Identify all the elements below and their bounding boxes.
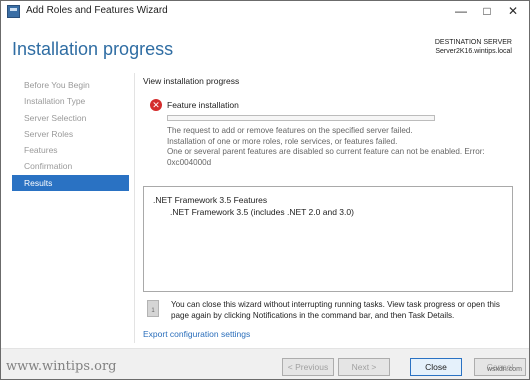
maximize-button[interactable]: □	[474, 1, 500, 21]
wizard-window: Add Roles and Features Wizard — □ ✕ Inst…	[0, 0, 530, 380]
title-bar: Add Roles and Features Wizard — □ ✕	[1, 1, 529, 23]
error-line: Installation of one or more roles, role …	[167, 136, 398, 146]
nav-item-results[interactable]: Results	[12, 174, 129, 191]
info-note: You can close this wizard without interr…	[171, 299, 500, 321]
info-note-line: You can close this wizard without interr…	[171, 300, 500, 309]
wizard-header: Installation progress DESTINATION SERVER…	[1, 23, 529, 71]
server-manager-icon	[7, 5, 20, 18]
nav-item-installation-type: Installation Type	[24, 96, 86, 107]
info-note-icon: 1	[147, 300, 159, 317]
nav-item-confirmation: Confirmation	[24, 161, 73, 172]
error-line: The request to add or remove features on…	[167, 126, 413, 135]
window-title: Add Roles and Features Wizard	[26, 5, 168, 16]
sidebar-divider	[134, 73, 135, 343]
wizard-steps-nav: Before You Begin Installation Type Serve…	[12, 77, 129, 191]
view-progress-label: View installation progress	[143, 76, 240, 86]
nav-item-server-selection: Server Selection	[24, 112, 87, 123]
list-item: .NET Framework 3.5 (includes .NET 2.0 an…	[170, 207, 354, 217]
installation-progress-bar	[167, 115, 435, 121]
nav-item-before-you-begin: Before You Begin	[24, 80, 90, 90]
error-icon: ✕	[150, 99, 162, 111]
nav-item-features: Features	[24, 145, 58, 156]
export-configuration-link[interactable]: Export configuration settings	[143, 329, 250, 339]
error-line: 0xc004000d	[167, 157, 212, 167]
previous-button[interactable]: < Previous	[282, 358, 334, 376]
error-message: The request to add or remove features on…	[167, 126, 507, 168]
minimize-button[interactable]: —	[448, 1, 474, 21]
next-button[interactable]: Next >	[338, 358, 390, 376]
destination-server-label: DESTINATION SERVER	[434, 39, 512, 46]
close-button[interactable]: Close	[410, 358, 462, 376]
results-list[interactable]: .NET Framework 3.5 Features .NET Framewo…	[143, 186, 513, 292]
watermark-wintips: www.wintips.org	[6, 359, 117, 374]
nav-item-server-roles: Server Roles	[24, 128, 74, 139]
close-window-button[interactable]: ✕	[500, 1, 526, 21]
error-line: One or several parent features are disab…	[167, 147, 485, 156]
watermark-wsxdn: wsxdn.com	[486, 366, 522, 373]
feature-installation-label: Feature installation	[167, 100, 239, 110]
info-note-line: page again by clicking Notifications in …	[171, 311, 455, 320]
list-item: .NET Framework 3.5 Features	[153, 195, 268, 205]
page-title: Installation progress	[12, 39, 174, 59]
destination-server-value: Server2K16.wintips.local	[435, 48, 512, 55]
